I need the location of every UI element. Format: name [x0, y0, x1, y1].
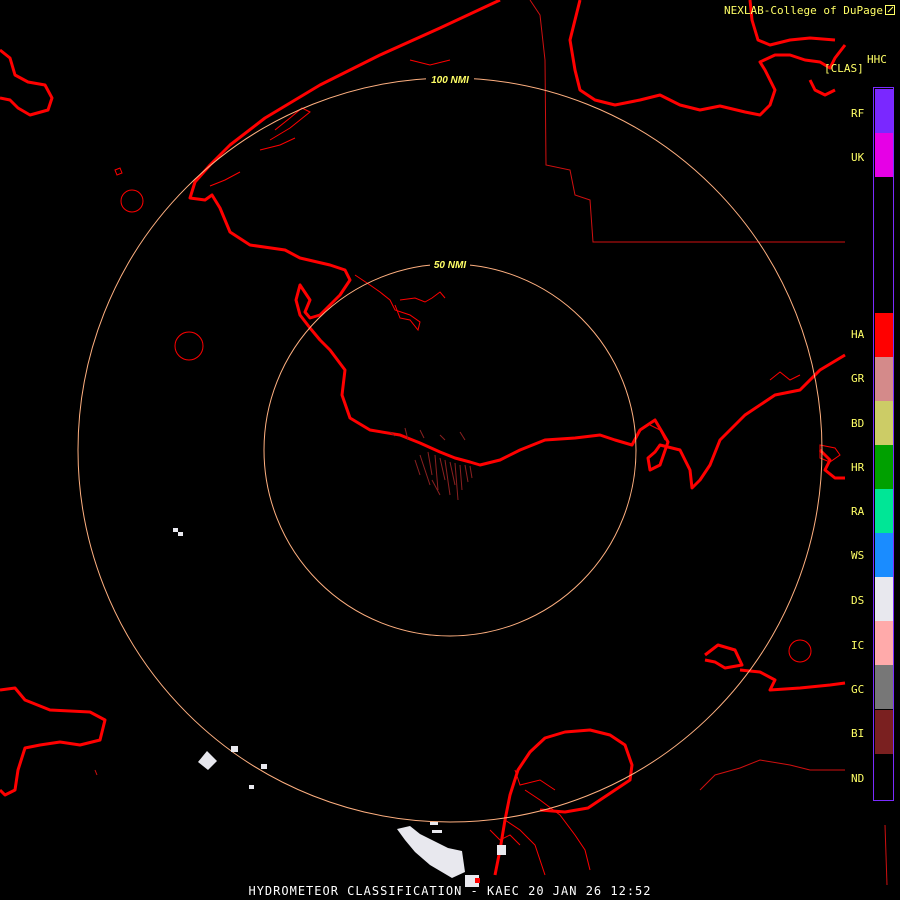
legend-label-ha: HA — [851, 328, 865, 341]
legend-swatch-gr — [875, 357, 893, 401]
product-code: HHC — [867, 53, 887, 66]
range-ring-labels: 100 NMI 50 NMI — [426, 72, 474, 272]
legend-label-uk: UK — [851, 151, 865, 164]
coastal-detail — [209, 59, 801, 876]
dry-snow-echoes — [173, 528, 506, 887]
range-ring-label-100: 100 NMI — [431, 75, 469, 86]
legend-swatch-ws — [875, 533, 893, 577]
product-tag: [CLAS] — [824, 62, 864, 75]
range-rings — [77, 77, 823, 823]
credit-label: NEXLAB-College of DuPage — [724, 4, 895, 17]
legend-label-ds: DS — [851, 594, 865, 607]
credit-text: NEXLAB-College of DuPage — [724, 4, 883, 17]
hail-echo — [475, 878, 480, 883]
legend-swatch-gc — [875, 665, 893, 709]
range-ring-50 — [263, 263, 637, 637]
legend-swatch-uk — [875, 133, 893, 177]
legend-swatch-ds — [875, 577, 893, 621]
legend-swatch-hr — [875, 445, 893, 489]
radar-map: 100 NMI 50 NMI — [0, 0, 888, 887]
legend-swatch-ha — [875, 313, 893, 357]
legend-label-hr: HR — [851, 461, 865, 474]
coastlines — [0, 0, 847, 876]
legend-label-gc: GC — [851, 683, 865, 696]
legend-label-gr: GR — [851, 372, 865, 385]
legend-label-rf: RF — [851, 107, 865, 120]
legend-swatch-ra — [875, 489, 893, 533]
legend-label-bi: BI — [851, 727, 865, 740]
footer-title: HYDROMETEOR CLASSIFICATION - KAEC 20 JAN… — [248, 884, 652, 898]
legend-label-bd: BD — [851, 417, 865, 430]
legend-label-ws: WS — [851, 549, 865, 562]
legend-label-ic: IC — [851, 639, 865, 652]
external-link-icon[interactable] — [885, 5, 895, 15]
state-borders — [94, 0, 888, 886]
legend-label-ra: RA — [851, 505, 865, 518]
ground-clutter — [389, 427, 473, 501]
legend-label-nd: ND — [851, 772, 865, 785]
legend-swatch-bd — [875, 401, 893, 445]
range-ring-100 — [77, 77, 823, 823]
legend-swatch-rf — [875, 89, 893, 133]
legend-swatch-ic — [875, 621, 893, 665]
legend-swatch-bi — [875, 710, 893, 754]
range-ring-label-50: 50 NMI — [434, 260, 466, 271]
